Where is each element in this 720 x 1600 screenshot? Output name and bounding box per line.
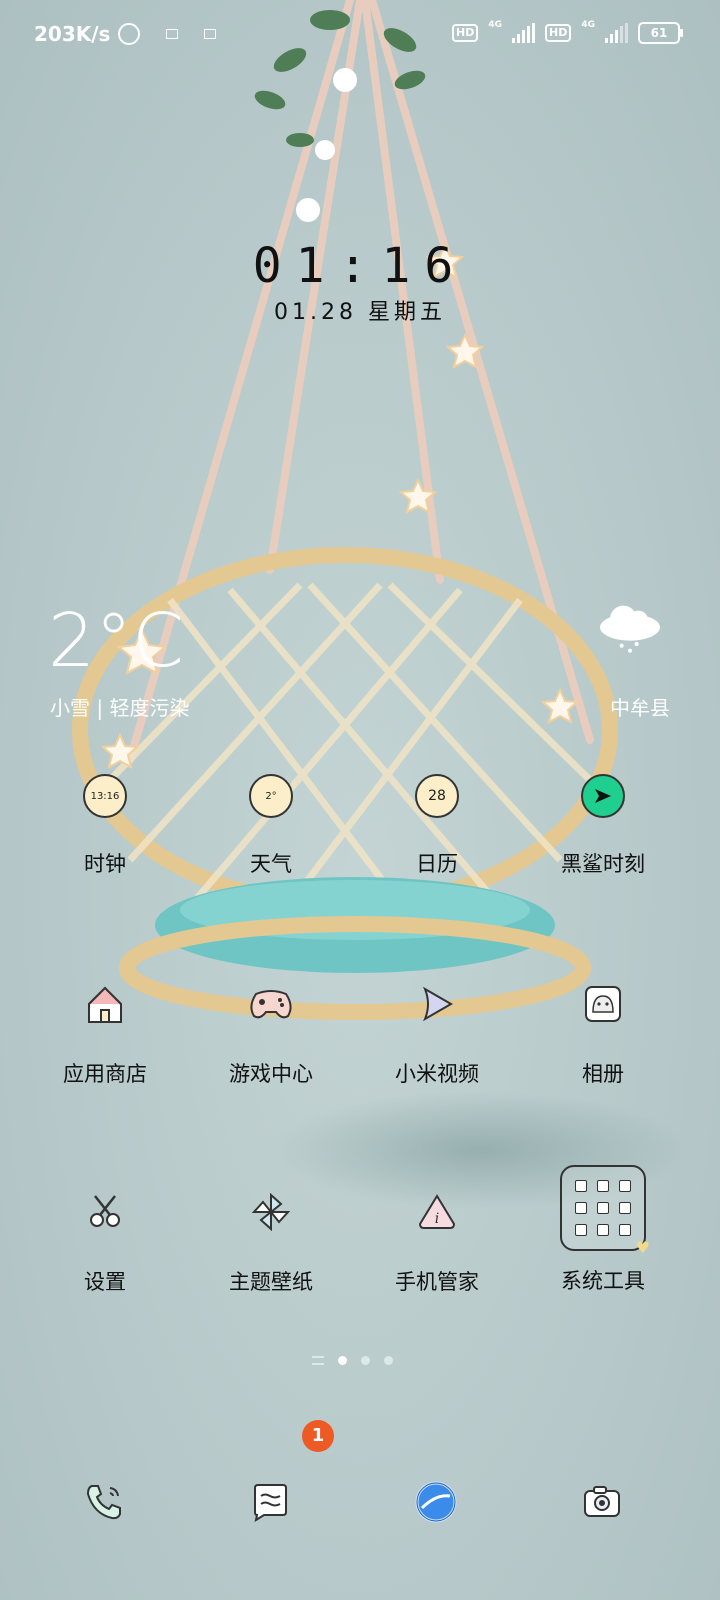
dock-browser[interactable] — [412, 1478, 460, 1526]
page-dot[interactable] — [384, 1356, 393, 1365]
weather-icon: 2° — [249, 774, 293, 818]
message-badge: 1 — [302, 1420, 334, 1452]
calendar-icon: 28 — [415, 774, 459, 818]
ghost-photo-icon — [579, 980, 627, 1028]
app-label: 天气 — [250, 852, 292, 876]
page-indicator-menu[interactable] — [312, 1356, 324, 1365]
house-icon — [81, 980, 129, 1028]
app-label: 小米视频 — [395, 1062, 479, 1086]
app-label: 主题壁纸 — [229, 1270, 313, 1294]
app-settings[interactable]: 设置 — [20, 1188, 190, 1296]
app-blackshark-moment[interactable]: 黑鲨时刻 — [518, 774, 688, 878]
notification-icon-2 — [204, 29, 217, 39]
app-label: 手机管家 — [395, 1270, 479, 1294]
app-store[interactable]: 应用商店 — [20, 980, 190, 1088]
clock-widget-date[interactable]: 01.28 星期五 — [0, 294, 720, 326]
play-icon — [413, 980, 461, 1028]
signal-icon — [512, 23, 535, 43]
dock-phone[interactable] — [80, 1478, 128, 1526]
app-weather[interactable]: 2° 天气 — [186, 774, 356, 878]
app-gallery[interactable]: 相册 — [518, 980, 688, 1088]
app-clock[interactable]: 13:16 时钟 — [20, 774, 190, 878]
battery-level: 61 — [650, 26, 668, 40]
alarm-icon — [118, 23, 141, 45]
message-icon — [254, 1484, 287, 1522]
snow-cloud-icon[interactable] — [590, 604, 670, 654]
page-indicator[interactable] — [312, 1356, 393, 1365]
battery-icon: 61 — [638, 22, 683, 44]
app-label: 相册 — [582, 1062, 624, 1086]
app-label: 应用商店 — [63, 1062, 147, 1086]
app-themes[interactable]: 主题壁纸 — [186, 1188, 356, 1296]
app-game-center[interactable]: 游戏中心 — [186, 980, 356, 1088]
page-dot[interactable] — [361, 1356, 370, 1365]
dock-camera[interactable] — [578, 1478, 626, 1526]
folder-system-tools[interactable]: ♥ 系统工具 — [518, 1165, 688, 1295]
info-shield-icon: i — [413, 1188, 461, 1236]
weather-description[interactable]: 小雪 | 轻度污染 — [50, 692, 189, 721]
phone-icon — [86, 1485, 121, 1520]
heart-icon: ♥ — [635, 1238, 650, 1257]
notification-icon — [166, 29, 179, 39]
signal-icon-2 — [605, 23, 628, 43]
weather-temperature[interactable]: 2°C — [48, 598, 184, 684]
app-mi-video[interactable]: 小米视频 — [352, 980, 522, 1088]
weather-city[interactable]: 中牟县 — [610, 692, 670, 721]
app-security[interactable]: i 手机管家 — [352, 1188, 522, 1296]
status-bar: 203K/s HD 4G HD 4G 61 — [0, 18, 720, 52]
hd-icon-2: HD — [545, 24, 572, 42]
pinwheel-icon — [247, 1188, 295, 1236]
camera-icon — [584, 1486, 620, 1517]
app-label: 时钟 — [84, 852, 126, 876]
svg-text:i: i — [435, 1211, 439, 1227]
clock-icon: 13:16 — [83, 774, 127, 818]
globe-icon — [415, 1481, 457, 1523]
app-calendar[interactable]: 28 日历 — [352, 774, 522, 878]
app-label: 游戏中心 — [229, 1062, 313, 1086]
page-dot-active[interactable] — [338, 1356, 347, 1365]
folder-icon: ♥ — [560, 1165, 650, 1257]
hd-icon: HD — [452, 24, 479, 42]
clock-widget-time[interactable]: 01:16 — [0, 238, 720, 294]
scissors-icon — [81, 1188, 129, 1236]
dock-messages[interactable] — [246, 1478, 294, 1526]
app-label: 设置 — [84, 1270, 126, 1294]
send-icon — [581, 774, 625, 818]
app-label: 黑鲨时刻 — [561, 852, 645, 876]
network-speed: 203K/s — [34, 22, 111, 46]
4g-label: 4G — [488, 20, 502, 30]
4g-label-2: 4G — [581, 20, 595, 30]
gamepad-icon — [247, 980, 295, 1028]
app-label: 日历 — [416, 852, 458, 876]
app-label: 系统工具 — [561, 1269, 645, 1293]
